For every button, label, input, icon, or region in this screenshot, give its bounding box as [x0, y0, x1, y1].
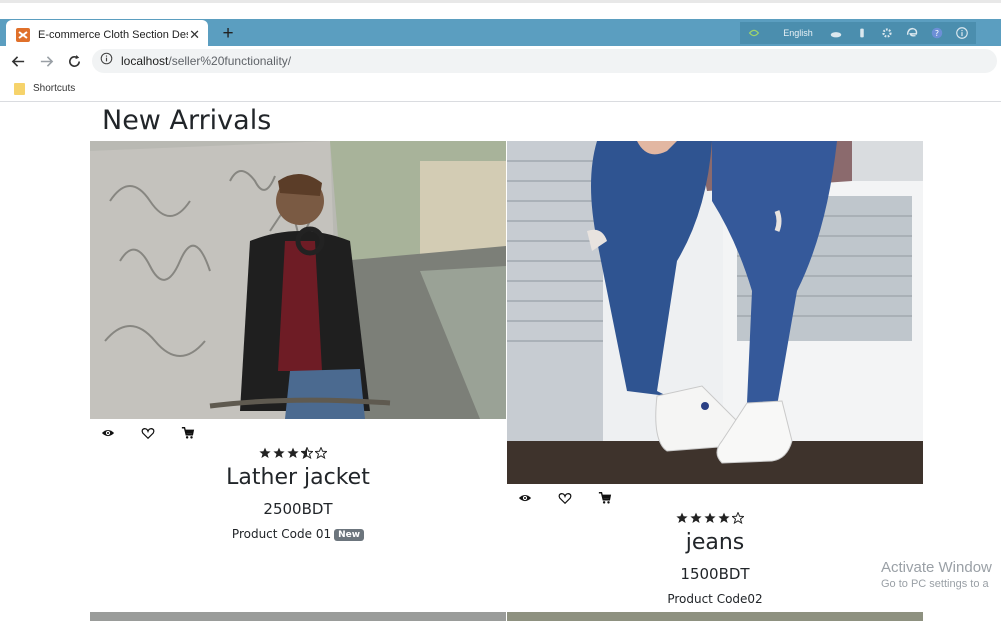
url-path: /seller%20functionality/: [168, 54, 292, 68]
info-icon[interactable]: [955, 25, 970, 41]
star-full-icon: [690, 512, 702, 523]
product-image[interactable]: [90, 141, 506, 419]
url-host: localhost: [121, 54, 169, 68]
star-full-icon: [718, 512, 730, 523]
page-content: New Arrivals Lather jacket 2500BDT Produ…: [0, 103, 1001, 621]
product-name[interactable]: jeans: [507, 530, 923, 555]
tab-close-icon[interactable]: ✕: [189, 27, 200, 43]
product-code: Product Code 01: [231, 527, 332, 541]
star-full-icon: [287, 447, 299, 458]
cart-icon[interactable]: [597, 490, 613, 506]
tray-app-icon[interactable]: [746, 25, 761, 41]
product-card: jeans 1500BDT Product Code02: [507, 141, 923, 621]
language-indicator[interactable]: English: [783, 28, 813, 38]
star-full-icon: [704, 512, 716, 523]
product-actions: [517, 490, 613, 506]
new-badge: New: [334, 529, 365, 541]
url-text[interactable]: localhost/seller%20functionality/: [121, 54, 291, 68]
watermark-subtitle: Go to PC settings to a: [881, 578, 989, 590]
browser-window: E-commerce Cloth Section Desig ✕ + Engli…: [0, 0, 1001, 621]
system-tray: English ?: [740, 22, 976, 44]
eye-icon[interactable]: [100, 425, 116, 441]
product-code-line: Product Code 01 New: [90, 527, 506, 541]
star-half-icon: [301, 447, 313, 459]
site-info-icon[interactable]: [100, 52, 113, 70]
star-empty-icon: [732, 512, 744, 524]
activation-watermark: Activate Window Go to PC settings to a: [881, 559, 992, 590]
page-title: New Arrivals: [102, 105, 272, 136]
product-card: Lather jacket 2500BDT Product Code 01 New: [90, 141, 506, 621]
cloud-icon[interactable]: [829, 25, 844, 41]
star-empty-icon: [315, 447, 327, 459]
star-full-icon: [676, 512, 688, 523]
product-price: 1500BDT: [680, 565, 750, 583]
product-price: 2500BDT: [263, 500, 333, 518]
svg-text:?: ?: [935, 29, 939, 38]
tab-title: E-commerce Cloth Section Desig: [38, 28, 188, 41]
cart-icon[interactable]: [180, 425, 196, 441]
product-image-next[interactable]: [90, 612, 506, 621]
tab-strip: E-commerce Cloth Section Desig ✕ + Engli…: [0, 0, 1001, 49]
heart-icon[interactable]: [140, 425, 156, 441]
back-arrow-icon[interactable]: [8, 51, 28, 71]
bookmarks-bar: Shortcuts: [0, 76, 1001, 102]
eye-icon[interactable]: [517, 490, 533, 506]
bookmark-shortcuts[interactable]: Shortcuts: [33, 83, 75, 94]
forward-arrow-icon[interactable]: [36, 51, 56, 71]
star-rating: [259, 447, 327, 459]
star-full-icon: [273, 447, 285, 458]
browser-toolbar: localhost/seller%20functionality/: [0, 46, 1001, 76]
tab-active[interactable]: E-commerce Cloth Section Desig ✕: [6, 20, 208, 49]
product-name[interactable]: Lather jacket: [90, 465, 506, 490]
heart-icon[interactable]: [557, 490, 573, 506]
product-image-next[interactable]: [507, 612, 923, 621]
product-image[interactable]: [507, 141, 923, 484]
star-rating: [676, 512, 744, 524]
new-tab-plus-icon[interactable]: +: [218, 23, 238, 45]
product-code: Product Code02: [667, 592, 763, 606]
product-actions: [100, 425, 196, 441]
reload-icon[interactable]: [64, 51, 84, 71]
edge-icon[interactable]: [904, 25, 919, 41]
watermark-title: Activate Window: [881, 559, 992, 576]
folder-icon: [14, 82, 25, 95]
address-bar[interactable]: localhost/seller%20functionality/: [92, 49, 997, 73]
star-full-icon: [259, 447, 271, 458]
usb-icon[interactable]: [854, 25, 869, 41]
gear-icon[interactable]: [879, 25, 894, 41]
help-icon[interactable]: ?: [930, 25, 945, 41]
xampp-favicon-icon: [16, 27, 30, 42]
product-code-line: Product Code02: [507, 592, 923, 606]
